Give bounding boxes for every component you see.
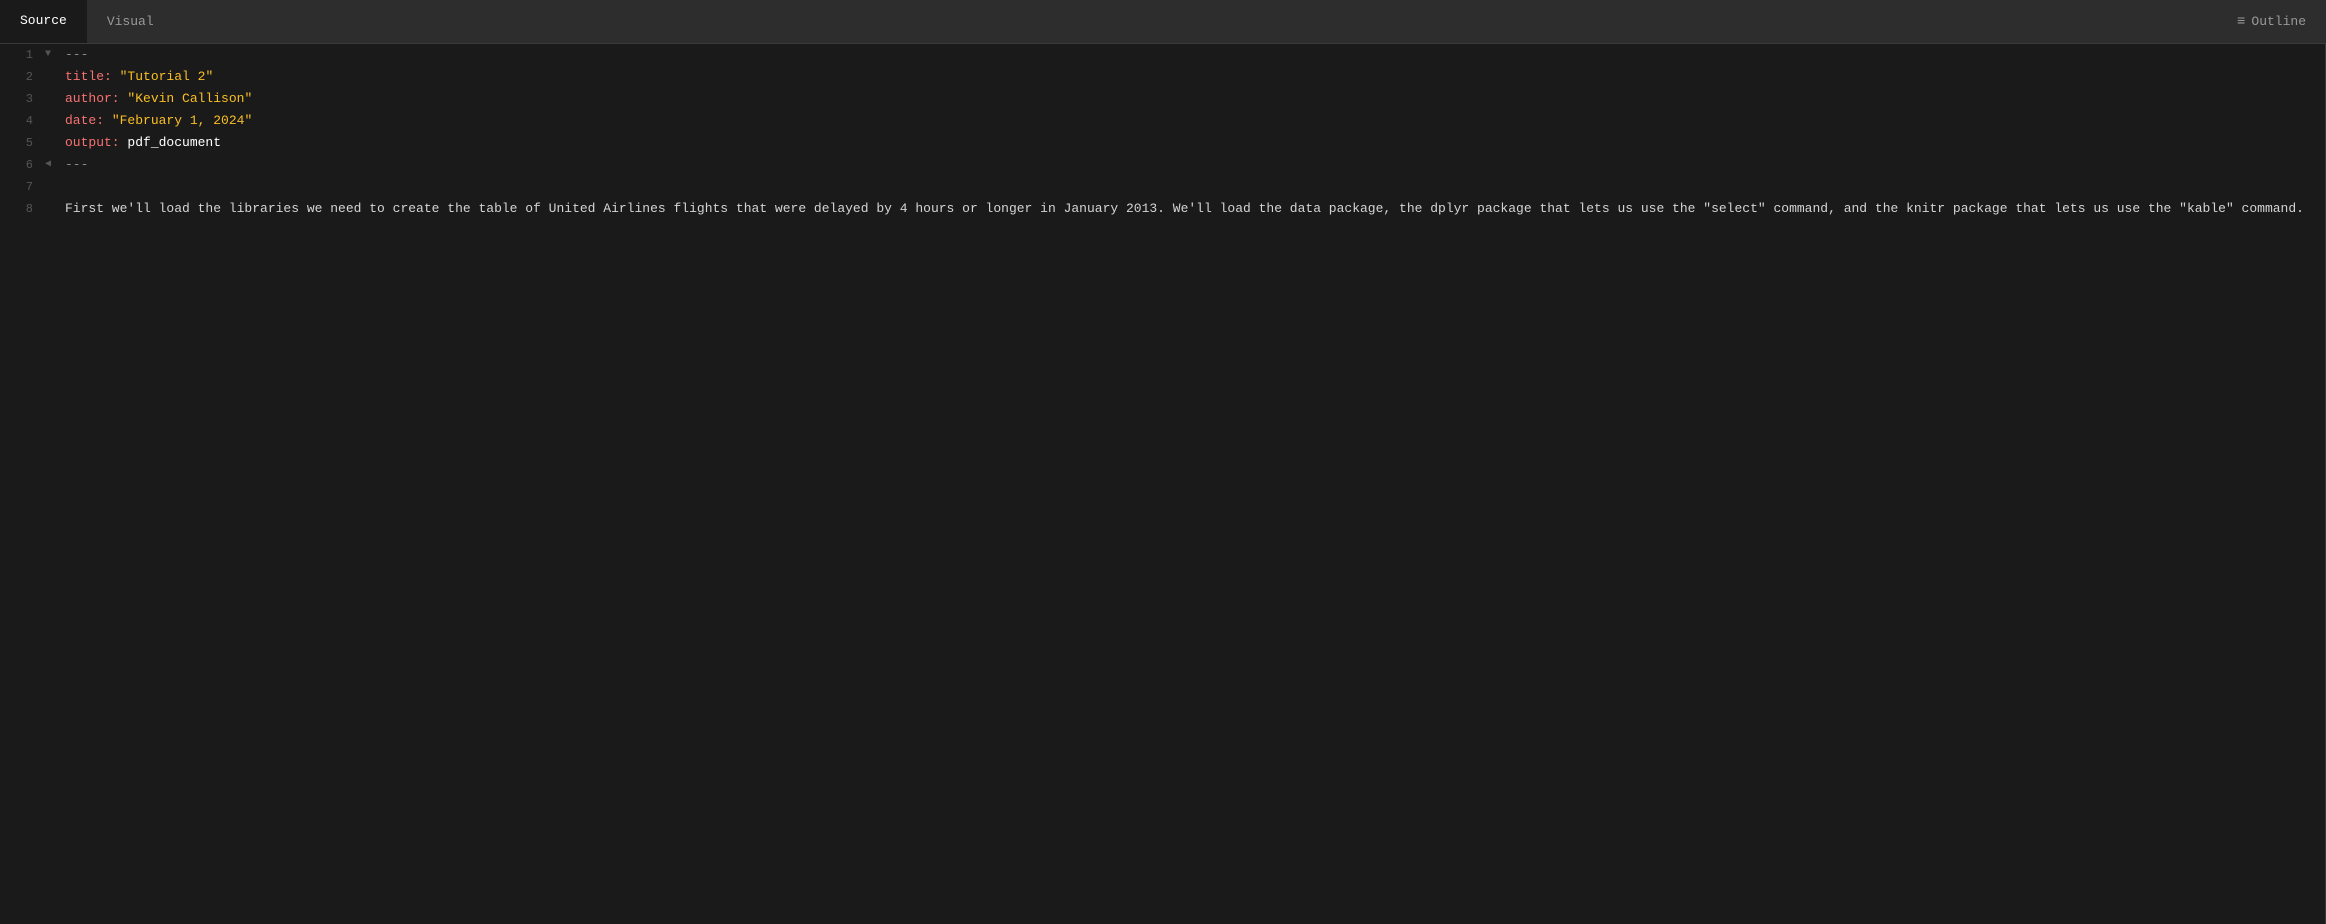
tab-source-label: Source (20, 13, 67, 28)
line-2: 2 title: "Tutorial 2" (0, 66, 2325, 88)
line-content-4[interactable]: date: "February 1, 2024" (61, 110, 2325, 132)
fold-arrow-1[interactable]: ▼ (45, 44, 61, 66)
outline-icon: ≡ (2237, 14, 2245, 30)
outline-label: Outline (2251, 14, 2306, 29)
tab-bar: Source Visual ≡ Outline (0, 0, 2326, 44)
line-num-5: 5 (0, 132, 45, 154)
line-num-8: 8 (0, 198, 45, 220)
line-num-7: 7 (0, 176, 45, 198)
line-content-8[interactable]: First we'll load the libraries we need t… (61, 198, 2325, 220)
tab-visual-label: Visual (107, 14, 154, 29)
line-7: 7 (0, 176, 2325, 198)
line-1: 1 ▼ --- (0, 44, 2325, 66)
tab-source[interactable]: Source (0, 0, 87, 43)
line-num-1: 1 (0, 44, 45, 66)
line-num-3: 3 (0, 88, 45, 110)
line-8: 8 First we'll load the libraries we need… (0, 198, 2325, 220)
editor-pane[interactable]: 1 ▼ --- 2 title: "Tutorial 2" 3 author: … (0, 44, 2326, 924)
fold-arrow-6[interactable]: ◀ (45, 154, 61, 176)
outline-button[interactable]: ≡ Outline (2217, 0, 2326, 43)
line-4: 4 date: "February 1, 2024" (0, 110, 2325, 132)
line-num-2: 2 (0, 66, 45, 88)
line-3: 3 author: "Kevin Callison" (0, 88, 2325, 110)
line-5: 5 output: pdf_document (0, 132, 2325, 154)
editor-area: 1 ▼ --- 2 title: "Tutorial 2" 3 author: … (0, 44, 2326, 924)
line-content-5[interactable]: output: pdf_document (61, 132, 2325, 154)
line-num-6: 6 (0, 154, 45, 176)
line-content-2[interactable]: title: "Tutorial 2" (61, 66, 2325, 88)
line-content-7[interactable] (61, 176, 2325, 198)
line-6: 6 ◀ --- (0, 154, 2325, 176)
line-num-4: 4 (0, 110, 45, 132)
line-content-3[interactable]: author: "Kevin Callison" (61, 88, 2325, 110)
line-content-6[interactable]: --- (61, 154, 2325, 176)
tab-visual[interactable]: Visual (87, 0, 174, 43)
line-content-1[interactable]: --- (61, 44, 2325, 66)
